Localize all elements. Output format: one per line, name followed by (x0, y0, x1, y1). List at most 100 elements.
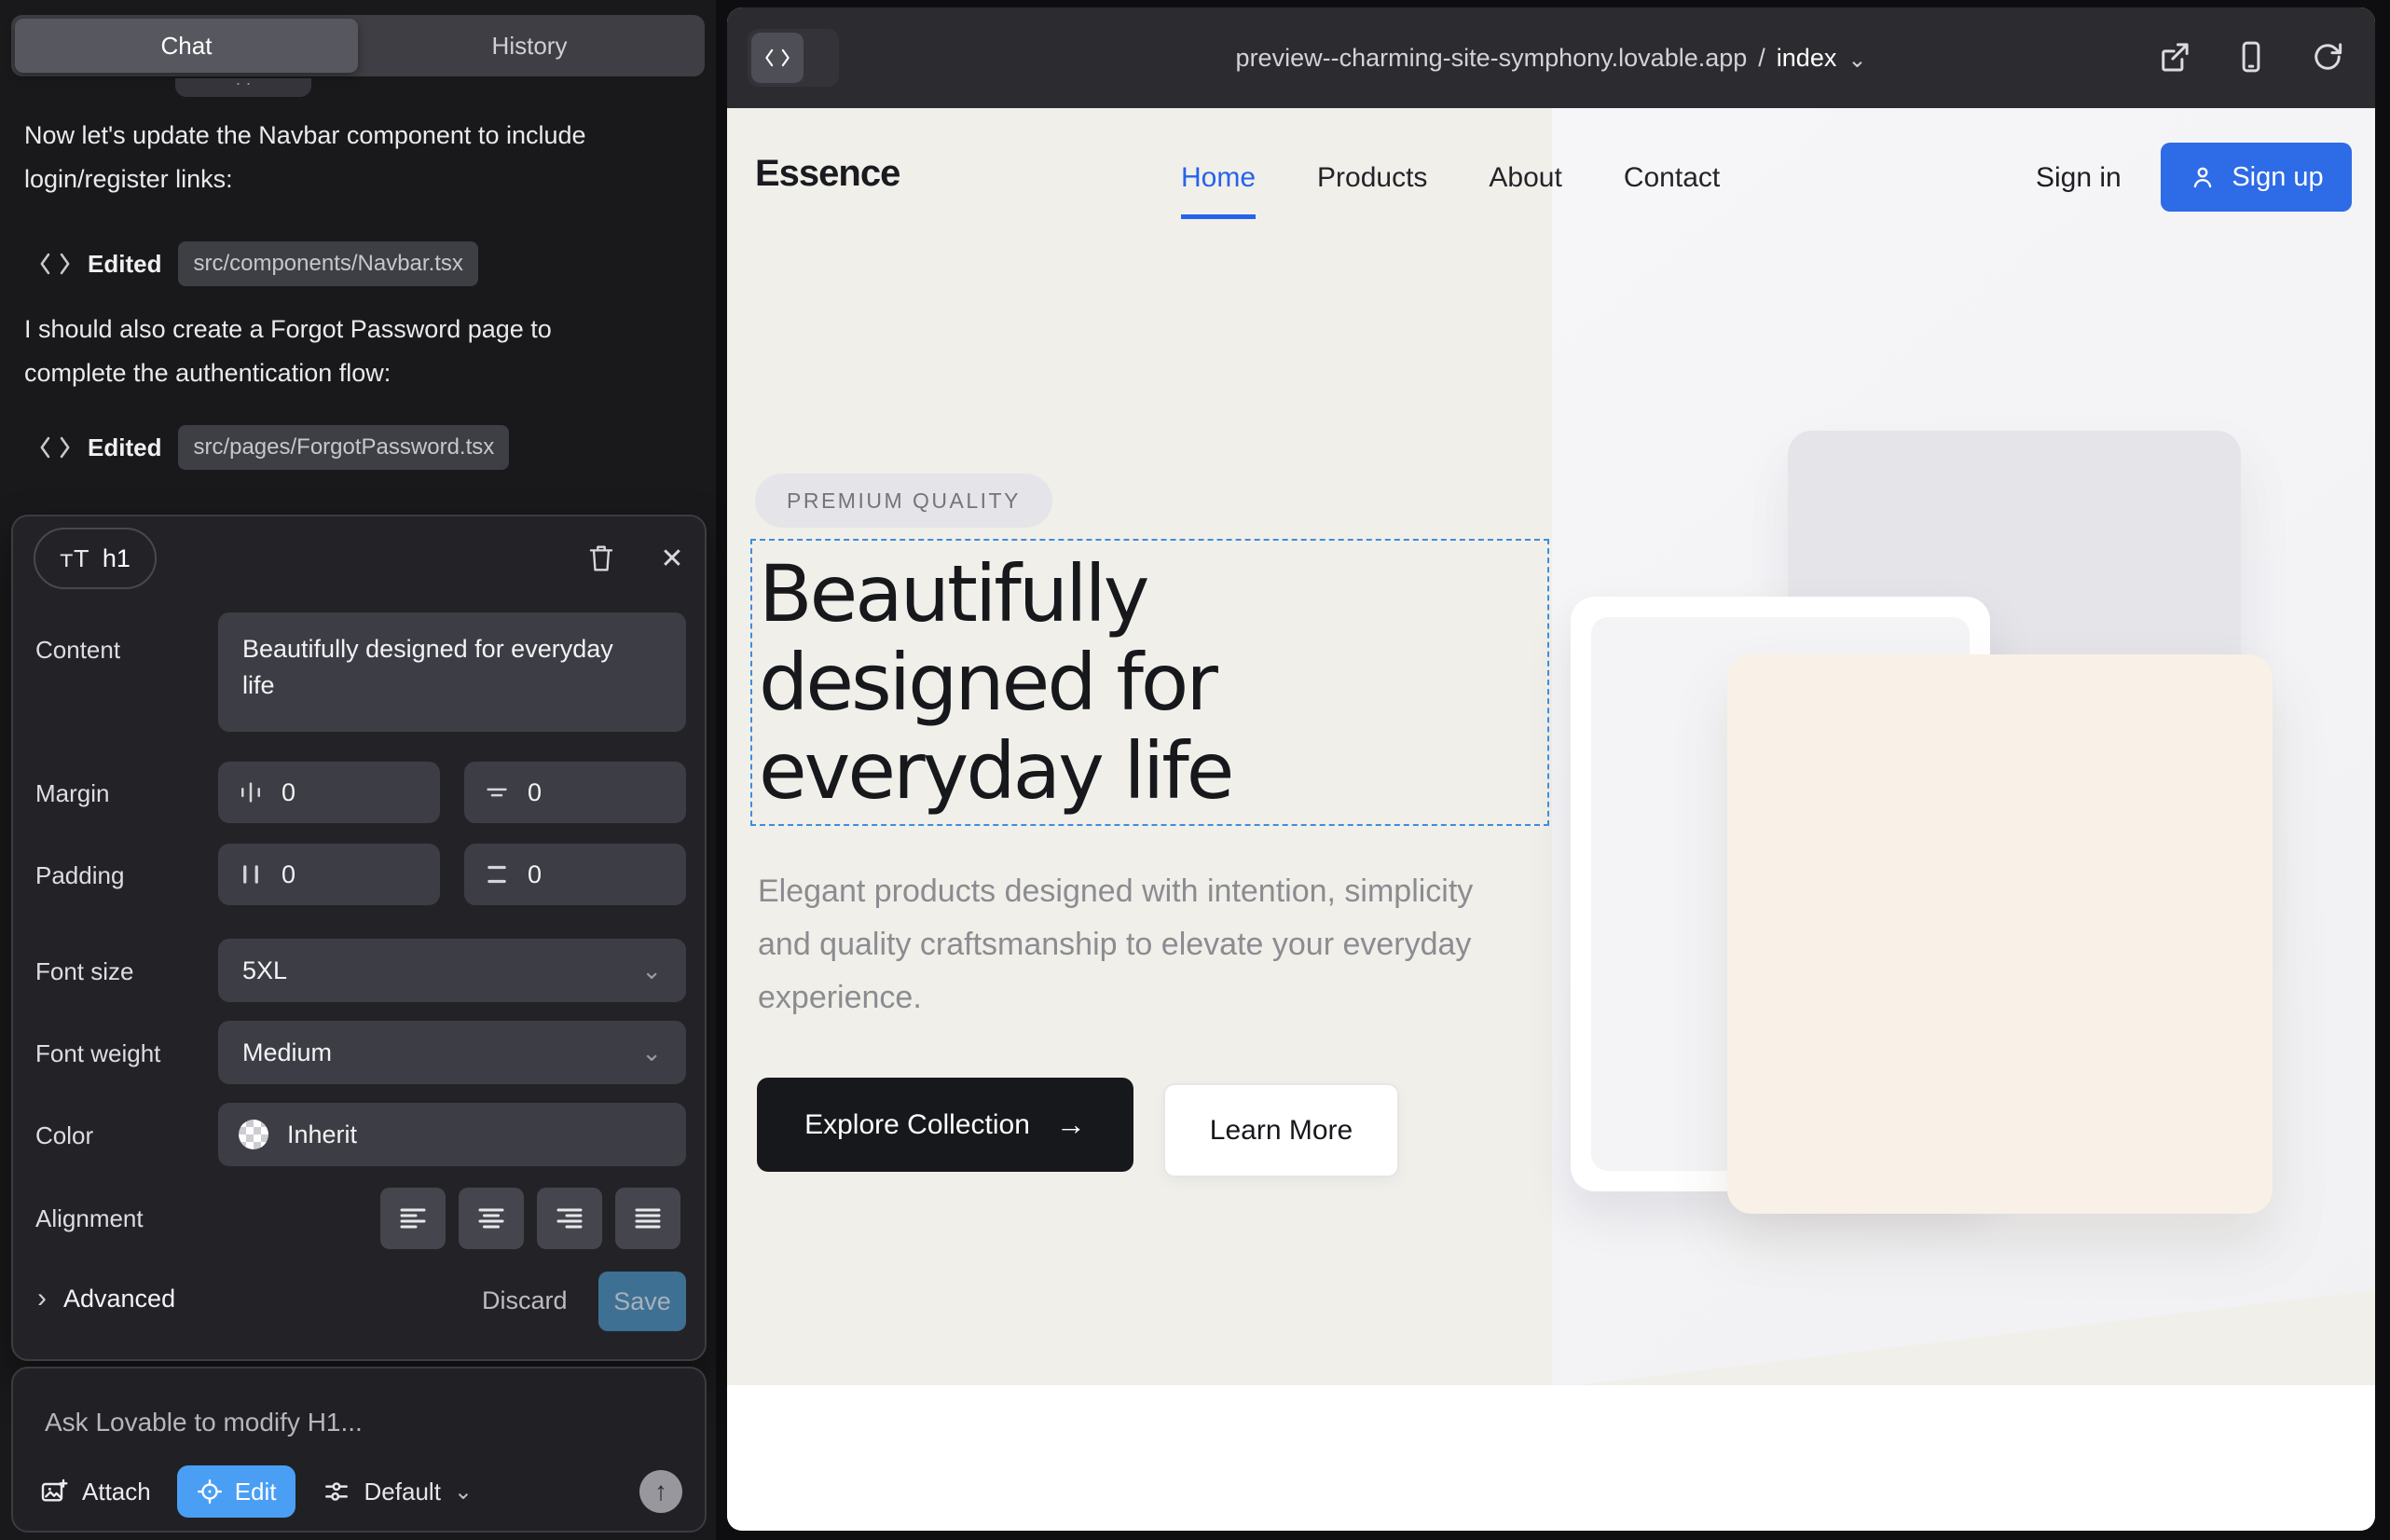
mode-select[interactable]: Default ⌄ (322, 1477, 474, 1506)
scrolled-chip-peek: · · (175, 78, 311, 97)
font-weight-label: Font weight (35, 1039, 160, 1068)
advanced-toggle[interactable]: › Advanced (37, 1283, 175, 1314)
learn-more-label: Learn More (1210, 1115, 1353, 1147)
mobile-icon[interactable] (2232, 37, 2271, 76)
nav-link-home[interactable]: Home (1181, 162, 1256, 194)
advanced-label: Advanced (63, 1285, 175, 1313)
margin-y-input[interactable]: 0 (464, 762, 686, 823)
save-button[interactable]: Save (598, 1272, 686, 1331)
nav-link-contact[interactable]: Contact (1624, 162, 1720, 194)
chevron-down-icon: ⌄ (641, 1040, 662, 1065)
padding-x-input[interactable]: 0 (218, 844, 440, 905)
arrow-up-icon: ↑ (654, 1477, 667, 1506)
margin-horizontal-icon (237, 778, 265, 806)
tab-history[interactable]: History (358, 19, 701, 73)
learn-more-button[interactable]: Learn More (1163, 1083, 1399, 1177)
content-value: Beautifully designed for everyday life (242, 631, 634, 704)
color-value: Inherit (287, 1121, 357, 1149)
hero-badge: PREMIUM QUALITY (755, 474, 1052, 528)
url-host: preview--charming-site-symphony.lovable.… (1236, 44, 1748, 73)
font-size-select[interactable]: 5XL ⌄ (218, 939, 686, 1002)
edited-label: Edited (88, 250, 161, 279)
arrow-right-icon: → (1056, 1107, 1086, 1142)
margin-label: Margin (35, 779, 109, 808)
edited-file-chip[interactable]: src/components/Navbar.tsx (178, 241, 477, 286)
padding-y-input[interactable]: 0 (464, 844, 686, 905)
chat-composer[interactable]: Ask Lovable to modify H1... Attach Edit (11, 1367, 707, 1533)
sliders-icon (322, 1477, 351, 1506)
attach-button[interactable]: Attach (39, 1477, 151, 1506)
chevron-down-icon: ⌄ (1847, 43, 1866, 74)
hero-heading[interactable]: Beautifully designed for everyday life (759, 550, 1411, 816)
chevron-down-icon: ⌄ (454, 1478, 473, 1506)
align-justify-button[interactable] (615, 1188, 680, 1249)
padding-horizontal-icon (237, 860, 265, 888)
sign-up-button[interactable]: Sign up (2161, 143, 2352, 212)
font-size-value: 5XL (242, 956, 287, 985)
edited-file-row: Edited src/pages/ForgotPassword.tsx (39, 424, 509, 471)
margin-x-input[interactable]: 0 (218, 762, 440, 823)
site-logo[interactable]: Essence (755, 153, 900, 195)
sign-up-label: Sign up (2232, 162, 2323, 193)
send-button[interactable]: ↑ (639, 1470, 682, 1513)
nav-link-about[interactable]: About (1489, 162, 1561, 194)
margin-x-value: 0 (282, 778, 295, 807)
content-label: Content (35, 636, 120, 665)
image-plus-icon (39, 1477, 69, 1506)
close-editor-button[interactable]: ✕ (651, 537, 694, 580)
element-tag-badge: тT h1 (34, 528, 157, 589)
code-icon (39, 435, 71, 460)
target-icon (196, 1478, 224, 1506)
content-input[interactable]: Beautifully designed for everyday life (218, 612, 686, 732)
trash-icon (587, 543, 615, 573)
color-select[interactable]: Inherit (218, 1103, 686, 1166)
element-editor-panel: тT h1 ✕ Content Beautifully designed for… (11, 515, 707, 1361)
external-link-icon[interactable] (2155, 37, 2194, 76)
url-page: index (1777, 44, 1837, 73)
transparency-swatch-icon (239, 1120, 268, 1149)
align-left-button[interactable] (380, 1188, 446, 1249)
edited-file-row: Edited src/components/Navbar.tsx (39, 241, 478, 287)
alignment-label: Alignment (35, 1204, 144, 1233)
align-right-icon (553, 1202, 586, 1235)
refresh-icon[interactable] (2308, 37, 2347, 76)
edited-label: Edited (88, 433, 161, 462)
lovable-workspace: Chat History · · Now let's update the Na… (0, 0, 2390, 1540)
url-separator: / (1758, 44, 1765, 73)
composer-toolbar: Attach Edit Default ⌄ ↑ (39, 1465, 682, 1518)
nav-link-products[interactable]: Products (1317, 162, 1427, 194)
padding-y-value: 0 (528, 860, 542, 889)
align-right-button[interactable] (537, 1188, 602, 1249)
chevron-down-icon: ⌄ (641, 958, 662, 983)
url-bar[interactable]: preview--charming-site-symphony.lovable.… (727, 7, 2375, 108)
close-icon: ✕ (660, 543, 683, 575)
align-left-icon (396, 1202, 430, 1235)
hero-paragraph: Elegant products designed with intention… (758, 865, 1504, 1024)
tab-chat[interactable]: Chat (15, 19, 358, 73)
edit-mode-button[interactable]: Edit (177, 1465, 295, 1518)
explore-collection-label: Explore Collection (804, 1109, 1030, 1141)
font-weight-select[interactable]: Medium ⌄ (218, 1021, 686, 1084)
explore-collection-button[interactable]: Explore Collection → (757, 1078, 1133, 1172)
composer-placeholder: Ask Lovable to modify H1... (45, 1408, 363, 1437)
delete-element-button[interactable] (580, 537, 623, 580)
typography-icon: тT (60, 545, 89, 572)
sign-in-link[interactable]: Sign in (2036, 162, 2122, 194)
decor-card-beige (1727, 654, 2273, 1214)
margin-vertical-icon (483, 778, 511, 806)
mode-label: Default (364, 1478, 441, 1506)
browser-toolbar: preview--charming-site-symphony.lovable.… (727, 7, 2375, 108)
chevron-right-icon: › (37, 1283, 47, 1314)
element-tag: h1 (103, 544, 130, 573)
edited-file-chip[interactable]: src/pages/ForgotPassword.tsx (178, 425, 509, 470)
padding-vertical-icon (483, 860, 511, 888)
align-center-button[interactable] (459, 1188, 524, 1249)
preview-browser: preview--charming-site-symphony.lovable.… (727, 7, 2375, 1531)
site-viewport: Essence Home Products About Contact Sign… (727, 108, 2375, 1531)
padding-label: Padding (35, 861, 124, 890)
discard-button[interactable]: Discard (482, 1286, 568, 1315)
panel-tabbar: Chat History (11, 15, 705, 76)
edit-label: Edit (235, 1478, 277, 1506)
chat-message: Now let's update the Navbar component to… (24, 114, 628, 201)
align-center-icon (474, 1202, 508, 1235)
